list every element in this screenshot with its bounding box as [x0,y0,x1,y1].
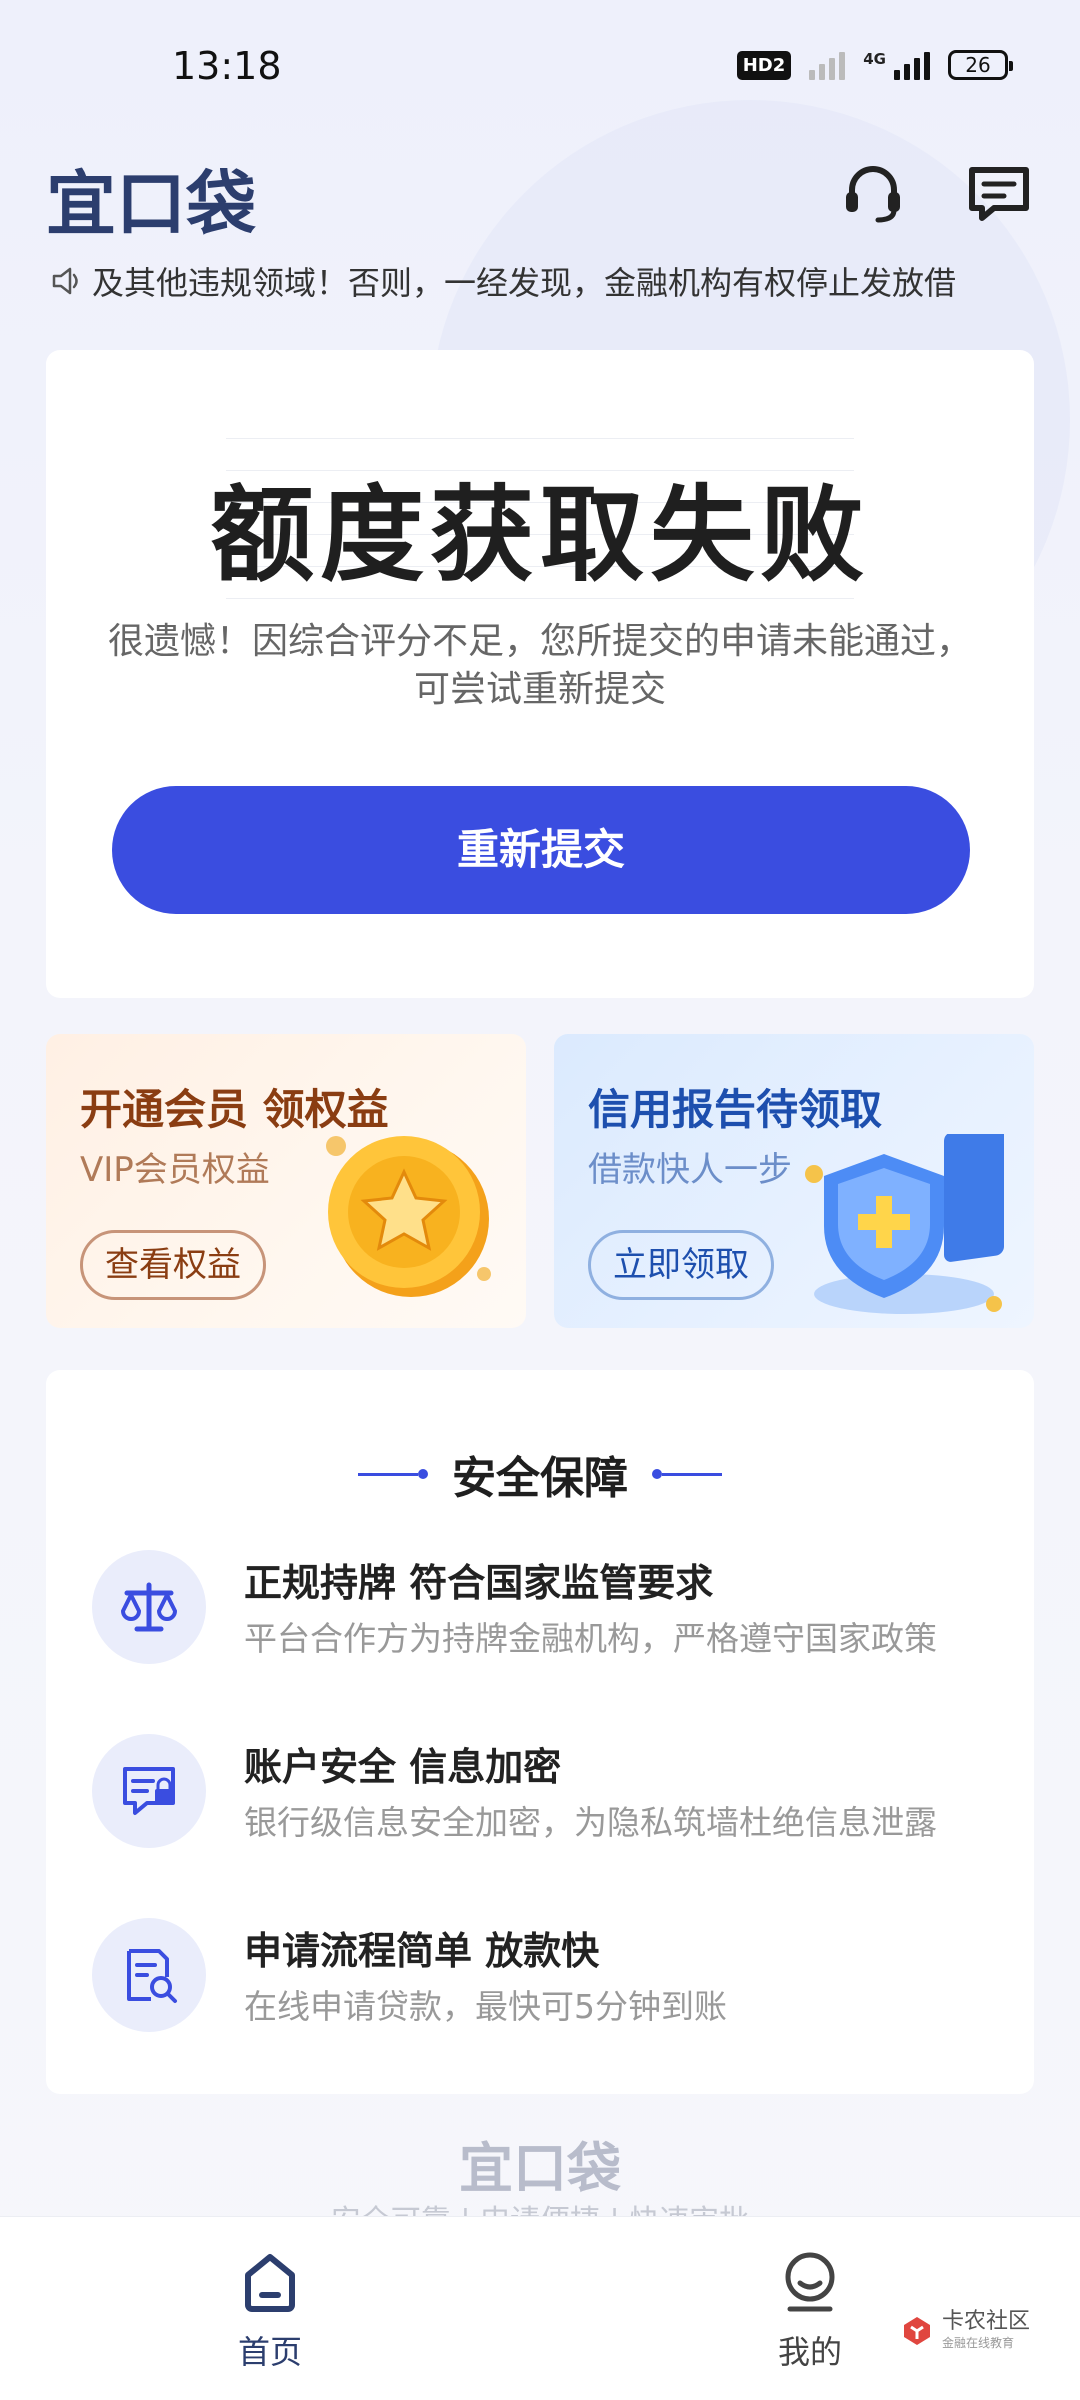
signal-strong-icon [894,50,930,80]
watermark-text: 卡农社区 [942,2309,1031,2334]
credit-promo-title: 信用报告待领取 [588,1085,883,1134]
security-section: 安全保障 正规持牌 符合国家监管要求 平台合作方为持牌金融机构，严格遵守国家政策 [46,1370,1034,2094]
shield-icon [805,1134,1004,1314]
status-bar: 13:18 HD2 4G 26 [0,0,1080,140]
resubmit-button[interactable]: 重新提交 [112,786,970,914]
result-title: 额度获取失败 [209,474,870,596]
security-title: 安全保障 [452,1453,628,1504]
claim-now-button[interactable]: 立即领取 [588,1230,774,1300]
watermark-logo-icon [904,2316,930,2345]
security-item-desc: 平台合作方为持牌金融机构，严格遵守国家政策 [244,1619,937,1658]
credit-promo-subtitle: 借款快人一步 [588,1150,792,1190]
app-logo: 宜口袋 [46,163,256,245]
footer-logo: 宜口袋 [459,2137,621,2200]
watermark: 卡农社区 金融在线教育 [900,2310,1030,2351]
security-item-fast-process: 申请流程简单 放款快 在线申请贷款，最快可5分钟到账 [92,1914,992,2034]
security-item-title: 正规持牌 符合国家监管要求 [244,1561,714,1605]
security-title-row: 安全保障 [46,1442,1034,1506]
status-icons: HD2 4G 26 [736,50,1013,80]
star-coin-icon [326,1136,491,1297]
scale-icon [92,1550,206,1664]
title-decoration-left [358,1469,428,1479]
status-time: 13:18 [172,44,282,88]
document-search-icon [92,1918,206,2032]
signal-weak-icon [809,50,846,80]
customer-service-icon[interactable] [838,158,908,228]
title-decoration-right [652,1469,722,1479]
vip-promo-subtitle: VIP会员权益 [80,1150,270,1190]
home-icon [245,2254,295,2312]
security-item-desc: 在线申请贷款，最快可5分钟到账 [244,1987,727,2026]
result-card: 额度获取失败 很遗憾！因综合评分不足，您所提交的申请未能通过，可尝试重新提交 重… [46,350,1034,998]
result-description: 很遗憾！因综合评分不足，您所提交的申请未能通过，可尝试重新提交 [107,621,972,710]
tab-mine-label: 我的 [777,2333,842,2371]
speaker-icon [52,267,78,295]
tab-mine[interactable]: 我的 [730,2251,890,2373]
tab-home-label: 首页 [237,2333,302,2371]
message-icon[interactable] [964,158,1034,228]
battery-icon: 26 [948,50,1013,80]
network-type: 4G [863,50,886,68]
vip-promo-card[interactable]: 开通会员 领权益 VIP会员权益 查看权益 [46,1034,526,1328]
notice-marquee[interactable]: 及其他违规领域！否则，一经发现，金融机构有权停止发放借 [50,256,1030,306]
security-item-title: 申请流程简单 放款快 [244,1929,600,1973]
security-item-desc: 银行级信息安全加密，为隐私筑墙杜绝信息泄露 [244,1803,937,1842]
secure-chat-icon [92,1734,206,1848]
bottom-tab-bar: 首页 我的 [0,2216,1080,2400]
security-item-licensed: 正规持牌 符合国家监管要求 平台合作方为持牌金融机构，严格遵守国家政策 [92,1546,992,1666]
hd-badge: HD2 [736,50,792,80]
user-icon [785,2252,835,2312]
view-benefits-button[interactable]: 查看权益 [80,1230,266,1300]
tab-home[interactable]: 首页 [190,2251,350,2373]
watermark-subtext: 金融在线教育 [942,2336,1015,2350]
security-item-encryption: 账户安全 信息加密 银行级信息安全加密，为隐私筑墙杜绝信息泄露 [92,1730,992,1850]
notice-text: 及其他违规领域！否则，一经发现，金融机构有权停止发放借 [92,264,957,302]
credit-report-promo-card[interactable]: 信用报告待领取 借款快人一步 立即领取 [554,1034,1034,1328]
security-item-title: 账户安全 信息加密 [244,1745,562,1789]
